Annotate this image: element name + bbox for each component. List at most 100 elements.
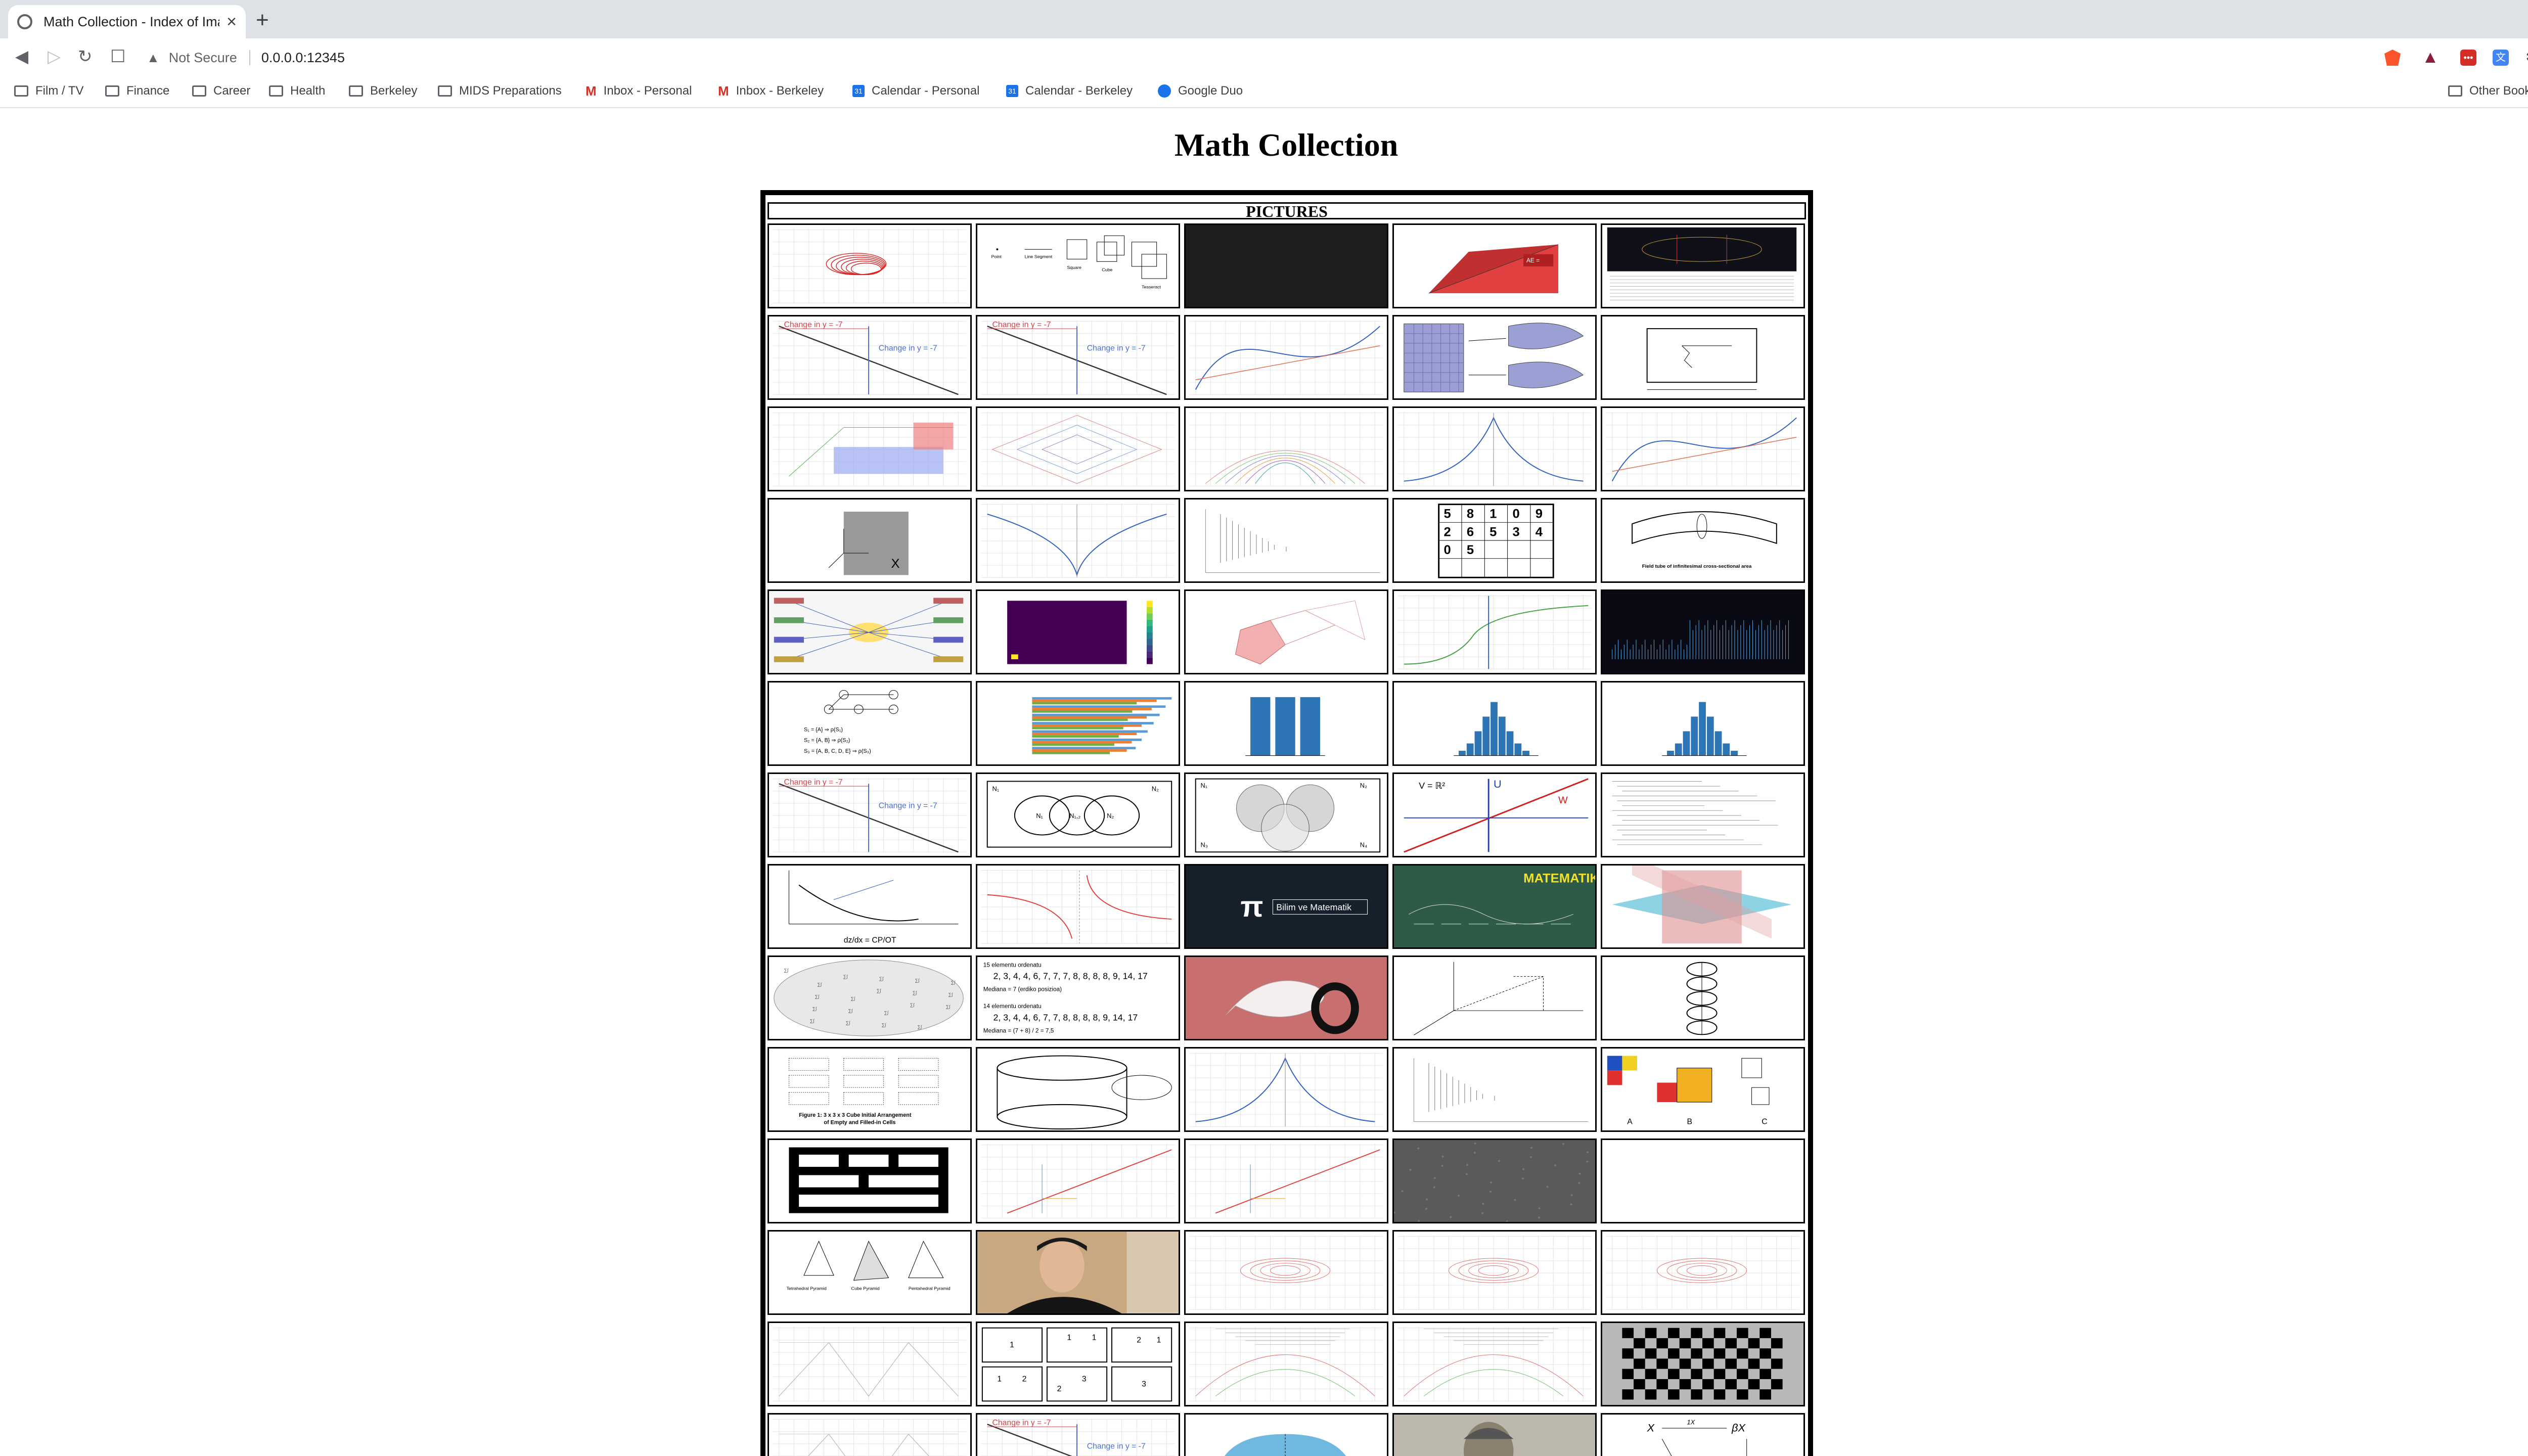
- gallery-image-decay[interactable]: [1184, 498, 1388, 583]
- forward-icon[interactable]: ▷: [48, 47, 61, 67]
- translate-icon[interactable]: 文: [2493, 50, 2509, 66]
- gallery-image-graphnet[interactable]: S₁ = {A} ⇒ ρ(S₁) S₂ = {A, B} ⇒ ρ(S₂) S₃ = …: [768, 681, 972, 766]
- gallery-image-checker[interactable]: [1601, 1322, 1805, 1406]
- gallery-image-arcs[interactable]: [1184, 1322, 1388, 1406]
- other-bookmarks[interactable]: Other Bookmarks: [2448, 75, 2528, 107]
- gallery-image-slope[interactable]: Change in y = -7 Change in y = -7: [768, 315, 972, 400]
- gallery-image-wire[interactable]: [768, 1413, 972, 1456]
- gallery-image-tangent[interactable]: [1392, 589, 1597, 674]
- gallery-image-mobius[interactable]: [1184, 956, 1388, 1040]
- close-tab-icon[interactable]: ×: [227, 13, 237, 30]
- gallery-image-arcs[interactable]: [1392, 1322, 1597, 1406]
- gallery-image-slope[interactable]: Change in y = -7 Change in y = -7: [976, 315, 1180, 400]
- bookmark-item[interactable]: Google Duo: [1158, 75, 1243, 107]
- gallery-image-pi[interactable]: π Bilim ve Matematik: [1184, 864, 1388, 949]
- gallery-image-planes[interactable]: [768, 406, 972, 491]
- gallery-image-redline2[interactable]: [1184, 1139, 1388, 1223]
- back-icon[interactable]: ◀: [15, 47, 28, 67]
- gallery-image-slope[interactable]: Change in y = -7 Change in y = -7: [976, 1413, 1180, 1456]
- gallery-image-cusp[interactable]: [1392, 406, 1597, 491]
- bookmark-item[interactable]: Finance: [105, 75, 169, 107]
- bookmark-item[interactable]: M Inbox - Personal: [585, 75, 692, 107]
- gallery-image-blank[interactable]: [1601, 1139, 1805, 1223]
- gallery-image-commdiag[interactable]: XβX 1X: [1601, 1413, 1805, 1456]
- gallery-image-slope[interactable]: Change in y = -7 Change in y = -7: [768, 772, 972, 857]
- gallery-image-diamond[interactable]: [976, 406, 1180, 491]
- gallery-image-chalk[interactable]: MATEMATIKA: [1392, 864, 1597, 949]
- gallery-image-portrait[interactable]: [1392, 1413, 1597, 1456]
- bookmark-item[interactable]: 31 Calendar - Berkeley: [1006, 75, 1133, 107]
- gallery-image-spiral[interactable]: [1392, 1230, 1597, 1315]
- gallery-image-signal[interactable]: [1601, 589, 1805, 674]
- gallery-image-mapping[interactable]: [1392, 315, 1597, 400]
- gallery-image-vcurve[interactable]: [976, 498, 1180, 583]
- gallery-image-mindmap[interactable]: [768, 589, 972, 674]
- gallery-image-cubic[interactable]: [1601, 406, 1805, 491]
- svg-text:1X: 1X: [1687, 1419, 1695, 1426]
- gallery-image-hist[interactable]: [1601, 681, 1805, 766]
- gallery-image-partitions[interactable]: 1 1 1 2 1 1 2 2 3 3: [976, 1322, 1180, 1406]
- bookmark-item[interactable]: Film / TV: [14, 75, 84, 107]
- gallery-image-pyramids[interactable]: Tetrahedral Pyramid Cube Pyramid Pentahedr…: [768, 1230, 972, 1315]
- gallery-image-cubes[interactable]: Point Line Segment Square Cube Tesseract: [976, 223, 1180, 308]
- bookmark-item[interactable]: M Inbox - Berkeley: [718, 75, 824, 107]
- gallery-image-redline2[interactable]: [976, 1139, 1180, 1223]
- gallery-image-dark[interactable]: [1184, 223, 1388, 308]
- gallery-image-attractor[interactable]: [768, 223, 972, 308]
- address-bar[interactable]: ▲ Not Secure 0.0.0.0:12345: [147, 47, 2361, 69]
- gallery-image-sudoku[interactable]: 5 8 1 0 9 2 6 5 3 4 0 5: [1392, 498, 1597, 583]
- gallery-image-spiral[interactable]: [1601, 1230, 1805, 1315]
- bookmark-item[interactable]: MIDS Preparations: [438, 75, 562, 107]
- reload-icon[interactable]: ↻: [78, 47, 93, 67]
- gallery-image-median[interactable]: 15 elementu ordenatu 2, 3, 4, 4, 6, 7, 7,…: [976, 956, 1180, 1040]
- new-tab-button[interactable]: +: [256, 9, 269, 31]
- gallery-image-pinkshapes[interactable]: [1184, 589, 1388, 674]
- gallery-image-bars3[interactable]: [1184, 681, 1388, 766]
- brave-shield-icon[interactable]: [2384, 50, 2401, 66]
- bookmark-item[interactable]: Health: [269, 75, 325, 107]
- gallery-image-tube[interactable]: Field tube of infinitesimal cross-sectio…: [1601, 498, 1805, 583]
- divider: [249, 50, 250, 65]
- gallery-image-colorcubes[interactable]: A B C: [1601, 1047, 1805, 1132]
- gallery-image-darkbox[interactable]: [1601, 223, 1805, 308]
- gallery-image-venn3[interactable]: N₁ N₂ N₁,₂ N₂ N₁: [976, 772, 1180, 857]
- gallery-image-textpage[interactable]: [1601, 772, 1805, 857]
- gallery-image-cusp[interactable]: [1184, 1047, 1388, 1132]
- gallery-image-blackframe[interactable]: [768, 1139, 972, 1223]
- gallery-image-hemisphere[interactable]: [1184, 1413, 1388, 1456]
- gallery-image-xplanes[interactable]: [1601, 864, 1805, 949]
- gallery-image-cylinder[interactable]: [976, 1047, 1180, 1132]
- gallery-image-redline[interactable]: V = ℝ² U W: [1392, 772, 1597, 857]
- bookmark-item[interactable]: Career: [192, 75, 250, 107]
- gallery-image-contour[interactable]: [1184, 406, 1388, 491]
- extensions-puzzle-icon[interactable]: ✱: [2524, 50, 2528, 66]
- gallery-image-hyperbola[interactable]: [976, 864, 1180, 949]
- gallery-image-spiral[interactable]: [1184, 1230, 1388, 1315]
- gallery-image-rectdiag[interactable]: [1601, 315, 1805, 400]
- gallery-image-cubic[interactable]: [1184, 315, 1388, 400]
- url-text[interactable]: 0.0.0.0:12345: [261, 50, 345, 66]
- gallery-image-hbars[interactable]: [976, 681, 1180, 766]
- gallery-image-heatmap[interactable]: [976, 589, 1180, 674]
- gallery-image-cubegrid[interactable]: Figure 1: 3 x 3 x 3 Cube Initial Arrange…: [768, 1047, 972, 1132]
- bookmark-item[interactable]: Berkeley: [349, 75, 417, 107]
- gallery-image-graysq[interactable]: X: [768, 498, 972, 583]
- gallery-image-hist[interactable]: [1392, 681, 1597, 766]
- bookmark-icon[interactable]: ☐: [110, 47, 125, 67]
- gallery-image-axes3d[interactable]: [1392, 956, 1597, 1040]
- gallery-image-curvearrow[interactable]: dz/dx = CP/OT: [768, 864, 972, 949]
- gallery-image-decay[interactable]: [1392, 1047, 1597, 1132]
- gallery-image-photo[interactable]: [976, 1230, 1180, 1315]
- gallery-image-globe[interactable]: ∑∫ ∑∫ ∑∫ ∑∫ ∑∫ ∑∫ ∑∫ ∑∫ ∑∫ ∑∫ ∑∫ ∑∫ ∑∫ ∑∫ ∑∫ ∑∫ ∑∫ ∑∫ ∑∫ ∑∫: [768, 956, 972, 1040]
- gallery-image-venn4[interactable]: N₁ N₂ N₃ N₄: [1184, 772, 1388, 857]
- rewards-triangle-icon[interactable]: ▲: [2422, 49, 2439, 66]
- lastpass-icon[interactable]: •••: [2460, 50, 2476, 66]
- gallery-image-helix[interactable]: [1601, 956, 1805, 1040]
- gallery-image-reddiag[interactable]: AE =: [1392, 223, 1597, 308]
- security-label[interactable]: Not Secure: [169, 50, 237, 66]
- svg-text:MATEMATIKA: MATEMATIKA: [1523, 872, 1595, 886]
- bookmark-item[interactable]: 31 Calendar - Personal: [852, 75, 979, 107]
- active-tab[interactable]: Math Collection - Index of Imag ×: [8, 5, 246, 38]
- gallery-image-concrete[interactable]: [1392, 1139, 1597, 1223]
- gallery-image-wire[interactable]: [768, 1322, 972, 1406]
